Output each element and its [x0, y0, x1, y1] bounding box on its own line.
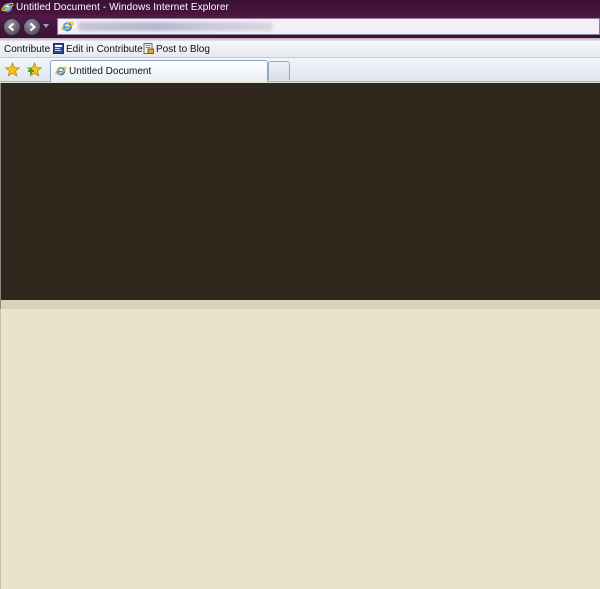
forward-arrow-icon — [29, 22, 37, 32]
add-favorite-icon[interactable] — [27, 62, 42, 77]
back-arrow-icon — [7, 22, 15, 32]
address-url-blurred — [78, 22, 273, 31]
internet-explorer-icon — [55, 66, 67, 76]
contribute-edit-icon — [53, 43, 64, 54]
new-tab-button[interactable] — [268, 61, 290, 80]
post-to-blog-button[interactable]: Post to Blog — [143, 42, 210, 57]
tab-untitled-document[interactable]: Untitled Document — [50, 60, 268, 82]
back-button[interactable] — [3, 18, 21, 36]
window-title: Untitled Document - Windows Internet Exp… — [16, 2, 229, 13]
page-viewport — [0, 83, 600, 589]
post-to-blog-label: Post to Blog — [156, 44, 210, 55]
internet-explorer-icon — [61, 21, 74, 32]
window-titlebar: Untitled Document - Windows Internet Exp… — [0, 0, 600, 15]
forward-button[interactable] — [23, 18, 41, 36]
address-bar[interactable] — [57, 18, 600, 35]
edit-in-contribute-button[interactable]: Edit in Contribute — [53, 42, 143, 57]
blog-post-icon — [143, 43, 154, 54]
favorites-star-icon[interactable] — [5, 62, 20, 77]
chevron-down-icon[interactable] — [43, 24, 49, 28]
page-body — [0, 309, 600, 589]
contribute-button[interactable]: Contribute — [4, 42, 50, 57]
page-header-band — [0, 300, 600, 309]
tab-bar: Untitled Document — [0, 58, 600, 82]
page-header-banner — [0, 83, 600, 300]
navigation-bar — [0, 15, 600, 38]
internet-explorer-icon — [1, 2, 14, 13]
edit-in-contribute-label: Edit in Contribute — [66, 44, 143, 55]
tab-label: Untitled Document — [69, 66, 152, 77]
contribute-toolbar: Contribute Edit in Contribute Post to Bl… — [0, 41, 600, 58]
